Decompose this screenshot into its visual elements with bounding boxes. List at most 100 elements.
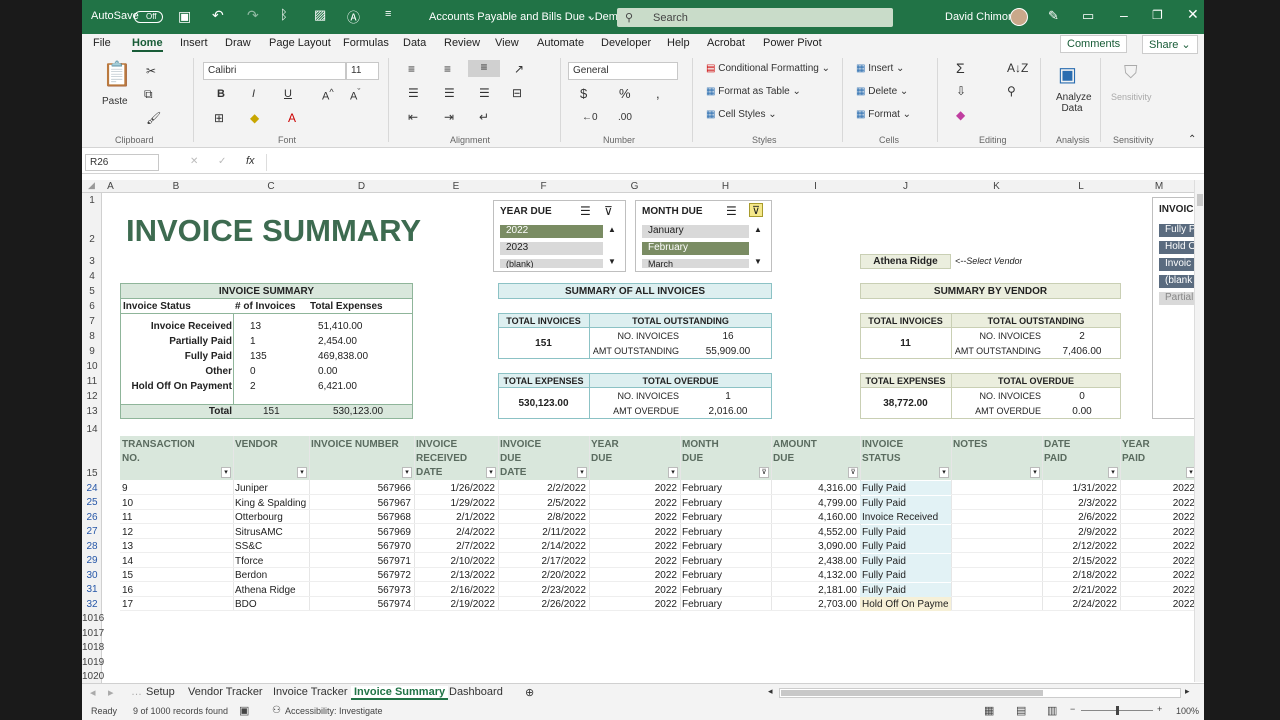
align-right-icon[interactable]: ☰ [479, 86, 490, 100]
table-cell[interactable]: 16 [122, 585, 230, 596]
table-cell[interactable]: 567972 [311, 570, 411, 581]
zoom-slider-thumb[interactable] [1116, 706, 1119, 715]
middle-align-icon[interactable]: ≡ [444, 62, 451, 76]
table-cell[interactable]: 13 [122, 541, 230, 552]
row-header[interactable]: 14 [82, 424, 102, 435]
row-header[interactable]: 25 [82, 497, 102, 508]
table-cell[interactable]: King & Spalding [235, 498, 306, 509]
slicer-item[interactable]: Invoic [1159, 258, 1199, 271]
tab-insert[interactable]: Insert [180, 37, 208, 49]
table-cell[interactable]: 2/12/2022 [1044, 541, 1118, 552]
table-cell[interactable]: 2/19/2022 [416, 599, 496, 610]
table-cell[interactable]: 2/6/2022 [1044, 512, 1117, 523]
percent-icon[interactable]: % [619, 86, 631, 101]
table-cell[interactable]: 567973 [311, 585, 411, 596]
filter-dropdown-icon[interactable]: ▾ [1108, 467, 1118, 478]
decrease-indent-icon[interactable]: ⇤ [408, 110, 418, 124]
table-cell[interactable]: 2/8/2022 [500, 512, 586, 523]
font-color-icon[interactable]: A [288, 111, 296, 125]
sheet-tab-active[interactable]: Invoice Summary [351, 686, 449, 700]
save-icon[interactable]: ▣ [178, 8, 191, 25]
table-cell[interactable]: 2022 [1122, 556, 1195, 567]
column-header[interactable]: H [680, 181, 771, 192]
table-cell[interactable]: 2022 [1122, 570, 1195, 581]
table-cell[interactable]: 2022 [1122, 541, 1195, 552]
row-header[interactable]: 1 [82, 195, 102, 206]
scroll-down-icon[interactable]: ▼ [754, 257, 762, 266]
tab-power-pivot[interactable]: Power Pivot [763, 37, 822, 49]
table-cell[interactable]: 4,552.00 [773, 527, 857, 538]
table-cell[interactable]: Tforce [235, 556, 306, 567]
table-cell[interactable]: 567969 [311, 527, 411, 538]
tab-automate[interactable]: Automate [537, 37, 584, 49]
filter-dropdown-icon[interactable]: ▾ [402, 467, 412, 478]
multi-select-icon[interactable]: ☰ [580, 204, 591, 218]
slicer-item[interactable]: (blank [1159, 275, 1199, 288]
table-cell[interactable]: BDO [235, 599, 306, 610]
row-header[interactable]: 4 [82, 271, 102, 282]
scrollbar-thumb[interactable] [1197, 194, 1203, 206]
table-cell[interactable]: 2/15/2022 [1044, 556, 1118, 567]
tab-review[interactable]: Review [444, 37, 480, 49]
clear-filter-icon[interactable]: ⊽ [749, 203, 763, 217]
cut-icon[interactable]: ✂ [146, 64, 156, 78]
table-cell[interactable]: 2/26/2022 [500, 599, 587, 610]
table-cell[interactable]: 2022 [1122, 512, 1195, 523]
brush-icon[interactable]: ᛒ [280, 7, 288, 22]
filter-dropdown-icon[interactable]: ▾ [1030, 467, 1040, 478]
table-cell[interactable]: 2022 [1122, 483, 1195, 494]
prev-sheet-icon[interactable]: ◂ [90, 686, 96, 699]
filter-dropdown-icon[interactable]: ▾ [297, 467, 307, 478]
table-cell[interactable]: 2/11/2022 [500, 527, 586, 538]
cancel-icon[interactable]: ✕ [190, 156, 198, 167]
table-cell[interactable]: 4,316.00 [773, 483, 857, 494]
tab-home[interactable]: Home [132, 37, 163, 52]
table-cell[interactable]: 2022 [591, 527, 677, 538]
collapse-ribbon-icon[interactable]: ⌃ [1188, 134, 1196, 145]
row-header[interactable]: 31 [82, 584, 102, 595]
accessibility-icon[interactable]: ⚇ [272, 705, 281, 716]
table-cell[interactable]: February [682, 599, 768, 610]
page-break-view-icon[interactable]: ▥ [1047, 704, 1057, 717]
normal-view-icon[interactable]: ▦ [984, 704, 994, 717]
avatar[interactable] [1010, 8, 1028, 26]
table-cell[interactable]: February [682, 498, 768, 509]
enter-icon[interactable]: ✓ [218, 156, 226, 167]
tab-acrobat[interactable]: Acrobat [707, 37, 745, 49]
insert-button[interactable]: ▦ Insert ⌄ [856, 63, 904, 74]
increase-decimal-icon[interactable]: ←0 [582, 112, 598, 123]
comma-icon[interactable]: , [656, 86, 660, 101]
table-cell[interactable]: 2/1/2022 [416, 512, 495, 523]
table-cell[interactable]: 2/23/2022 [500, 585, 587, 596]
column-header[interactable]: B [119, 181, 233, 192]
paste-icon[interactable]: 📋 [102, 60, 132, 89]
table-cell[interactable]: 4,132.00 [773, 570, 857, 581]
table-cell[interactable]: February [682, 483, 768, 494]
borders-icon[interactable]: ⊞ [214, 111, 224, 125]
column-header[interactable]: I [771, 181, 860, 192]
table-cell[interactable]: 1/31/2022 [1044, 483, 1118, 494]
table-cell[interactable]: Fully Paid [862, 556, 948, 567]
more-sheets-icon[interactable]: … [131, 686, 142, 698]
bold-icon[interactable]: B [217, 88, 225, 100]
column-header[interactable]: L [1042, 181, 1120, 192]
table-cell[interactable]: 567971 [311, 556, 411, 567]
column-header[interactable]: K [951, 181, 1042, 192]
picture-icon[interactable]: ▨ [314, 7, 326, 23]
autosum-icon[interactable]: Σ [956, 60, 965, 76]
table-cell[interactable]: 1/29/2022 [416, 498, 496, 509]
table-cell[interactable]: 2022 [591, 570, 677, 581]
analyze-data-icon[interactable]: ▣ [1058, 62, 1077, 87]
table-cell[interactable]: Fully Paid [862, 527, 948, 538]
font-size-select[interactable]: 11 [346, 62, 379, 80]
scroll-left-icon[interactable]: ◂ [768, 686, 773, 697]
table-cell[interactable]: 2/2/2022 [500, 483, 586, 494]
scroll-up-icon[interactable]: ▲ [754, 225, 762, 234]
table-cell[interactable]: 2,703.00 [773, 599, 857, 610]
tab-file[interactable]: File [93, 37, 111, 49]
user-name[interactable]: David Chimon [945, 11, 1014, 23]
customize-icon[interactable]: ≡ [385, 8, 391, 20]
row-header[interactable]: 6 [82, 301, 102, 312]
sheet-tab[interactable]: Vendor Tracker [188, 686, 263, 698]
table-cell[interactable]: Fully Paid [862, 541, 948, 552]
